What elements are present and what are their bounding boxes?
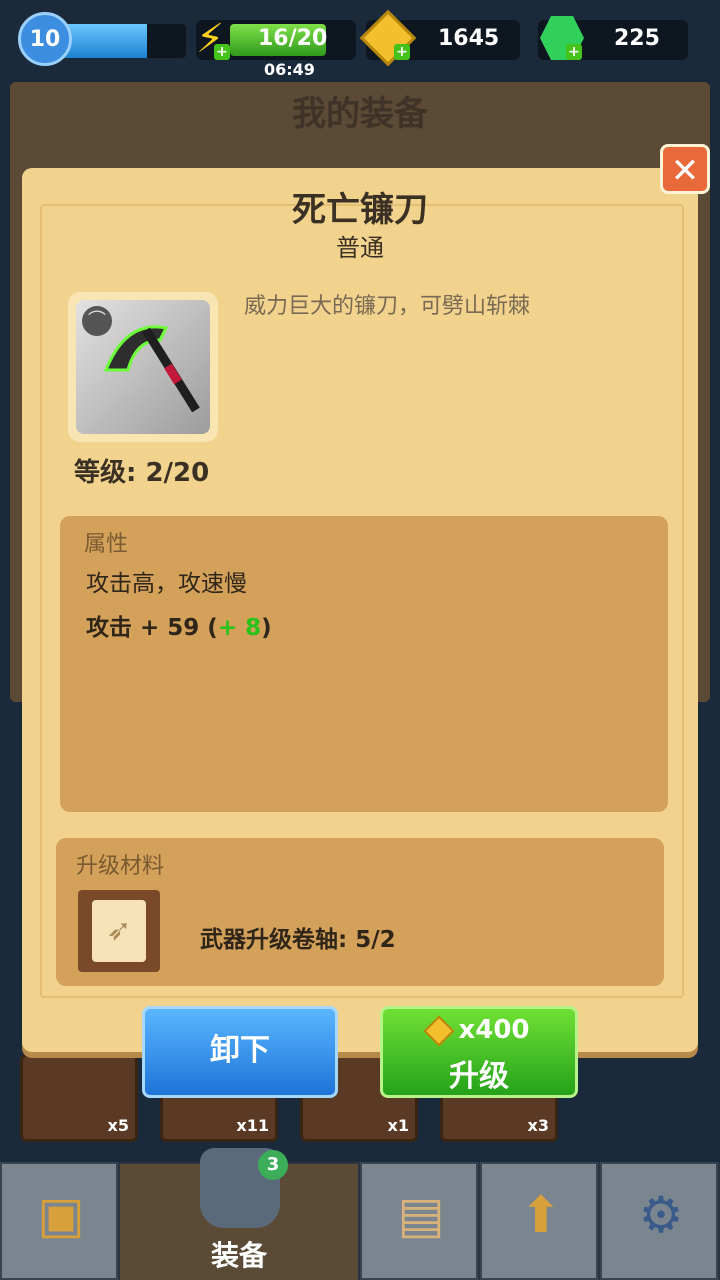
add-gems-icon[interactable]: + xyxy=(566,44,582,60)
attributes-title: 属性 xyxy=(84,532,129,557)
inventory-count: x5 xyxy=(107,1116,129,1135)
nav-badge: 3 xyxy=(258,1150,288,1180)
unequip-button[interactable]: 卸下 xyxy=(142,1006,338,1098)
upgrade-cost-value: x400 xyxy=(458,1015,530,1045)
materials-panel: 升级材料 ➶ 武器升级卷轴: 5/2 xyxy=(56,838,664,986)
upgrade-cost: x400 xyxy=(383,1014,575,1047)
inventory-count: x11 xyxy=(236,1116,269,1135)
chest-icon: ▣ xyxy=(37,1186,85,1244)
gear-icon: ⚙ xyxy=(638,1186,684,1244)
item-name: 死亡镰刀 xyxy=(292,190,428,230)
attack-label: 攻击 + 59 ( xyxy=(86,615,218,641)
background-title: 我的装备 xyxy=(292,94,428,134)
close-button[interactable]: ✕ xyxy=(660,144,710,194)
top-bar: 10 ⚡ + 16/20 06:49 + 1645 + 225 xyxy=(0,0,720,80)
energy-timer: 06:49 xyxy=(264,60,315,79)
coin-icon xyxy=(423,1014,456,1047)
arrow-up-icon: ⬆ xyxy=(520,1186,562,1244)
nav-upgrade[interactable]: ⬆ xyxy=(480,1162,598,1280)
material-slot[interactable]: ➶ xyxy=(78,890,160,972)
attributes-panel: 属性 攻击高，攻速慢 攻击 + 59 (+ 8) xyxy=(60,516,668,812)
item-image: ⌒ xyxy=(76,300,210,434)
player-level-badge[interactable]: 10 xyxy=(18,12,72,66)
attack-bonus: + 8 xyxy=(217,615,262,641)
coin-value: 1645 xyxy=(438,26,500,51)
item-description: 威力巨大的镰刀，可劈山斩棘 xyxy=(244,294,531,319)
attack-stat: 攻击 + 59 (+ 8) xyxy=(86,608,272,642)
scroll-icon: ➶ xyxy=(92,900,146,962)
material-count: 武器升级卷轴: 5/2 xyxy=(200,927,396,953)
nav-map[interactable]: ▤ xyxy=(360,1162,478,1280)
nav-equipment-label: 装备 xyxy=(210,1239,267,1272)
item-rarity: 普通 xyxy=(336,234,384,262)
inventory-count: x1 xyxy=(387,1116,409,1135)
upgrade-label: 升级 xyxy=(449,1059,509,1094)
materials-title: 升级材料 xyxy=(76,854,165,879)
xp-bar xyxy=(56,24,186,58)
map-icon: ▤ xyxy=(397,1186,445,1244)
gem-value: 225 xyxy=(614,26,660,51)
add-energy-icon[interactable]: + xyxy=(214,44,230,60)
upgrade-button[interactable]: x400 升级 xyxy=(380,1006,578,1098)
add-coins-icon[interactable]: + xyxy=(394,44,410,60)
attack-close: ) xyxy=(261,615,272,641)
item-icon-frame: ⌒ xyxy=(68,292,218,442)
energy-value: 16/20 xyxy=(258,26,328,51)
bottom-nav: ▣ ▤ ⬆ ⚙ xyxy=(0,1162,720,1280)
attribute-description: 攻击高，攻速慢 xyxy=(86,571,247,597)
inventory-slot[interactable]: x5 xyxy=(20,1054,138,1142)
bow-type-icon: ⌒ xyxy=(82,306,112,336)
nav-settings[interactable]: ⚙ xyxy=(600,1162,718,1280)
inventory-count: x3 xyxy=(527,1116,549,1135)
item-level: 等级: 2/20 xyxy=(74,458,210,488)
item-detail-dialog: 死亡镰刀 普通 ⌒ 等级: 2/20 威力巨大的镰刀，可劈山斩棘 属性 攻击高，… xyxy=(22,168,698,1052)
nav-chest[interactable]: ▣ xyxy=(0,1162,118,1280)
